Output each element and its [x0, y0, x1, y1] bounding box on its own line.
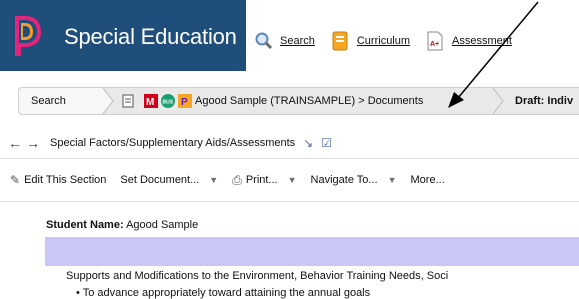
dropdown-caret-icon: ▼ [287, 175, 297, 185]
set-document-menu[interactable]: Set Document... ▼ [120, 174, 218, 186]
expand-arrow-icon[interactable]: ↘ [303, 136, 313, 150]
more-label: More... [410, 174, 445, 186]
svg-text:M: M [146, 97, 154, 108]
dropdown-caret-icon: ▼ [209, 175, 219, 185]
search-icon [255, 32, 272, 50]
curriculum-link-label: Curriculum [356, 35, 411, 47]
assessment-link-label: Assessment [452, 35, 512, 47]
navigate-label: Navigate To... [310, 174, 378, 186]
section-header-band [45, 237, 579, 266]
checklist-icon[interactable]: ☑ [321, 136, 332, 150]
edit-section-button[interactable]: ✎ Edit This Section [10, 173, 106, 187]
search-link[interactable]: Search [254, 31, 315, 51]
powerschool-logo-icon [15, 16, 41, 56]
section-nav: ← → Special Factors/Supplementary Aids/A… [0, 129, 579, 157]
forward-arrow-icon[interactable]: → [24, 135, 42, 151]
breadcrumb-draft-label: Draft: Indiv [515, 95, 574, 107]
student-name: Student Name: Agood Sample [46, 219, 198, 231]
app-title: Special Education [64, 24, 237, 49]
breadcrumb: Search M BUS P Agood Sample (TRAINSAMPLE… [18, 87, 579, 115]
breadcrumb-search[interactable]: Search [19, 88, 103, 114]
assessment-icon: A+ [427, 31, 443, 51]
print-label: Print... [245, 174, 278, 186]
svg-text:A+: A+ [430, 41, 439, 48]
document-toolbar: ✎ Edit This Section Set Document... ▼ ⎙ … [0, 168, 579, 192]
bus-icon: BUS [161, 94, 175, 108]
section-name: Special Factors/Supplementary Aids/Asses… [50, 137, 296, 149]
breadcrumb-draft[interactable]: Draft: Indiv [503, 88, 579, 114]
divider [0, 201, 579, 202]
curriculum-link[interactable]: Curriculum [331, 31, 410, 51]
edit-section-label: Edit This Section [24, 174, 107, 186]
breadcrumb-separator-icon [103, 88, 114, 114]
list-item: • To advance appropriately toward attain… [76, 287, 371, 299]
student-name-label: Student Name: [46, 219, 124, 231]
documents-icon [122, 94, 134, 108]
curriculum-icon [332, 31, 348, 51]
supports-heading: Supports and Modifications to the Enviro… [66, 270, 449, 282]
printer-icon: ⎙ [232, 172, 242, 187]
svg-text:BUS: BUS [163, 100, 174, 106]
breadcrumb-documents[interactable]: M BUS P Agood Sample (TRAINSAMPLE) > Doc… [115, 88, 493, 114]
set-document-label: Set Document... [120, 174, 200, 186]
medical-alert-icon: M [144, 94, 158, 108]
svg-text:P: P [181, 97, 188, 108]
breadcrumb-documents-label: Agood Sample (TRAINSAMPLE) > Documents [195, 95, 424, 107]
student-name-value: Agood Sample [123, 219, 199, 231]
plan-icon: P [178, 94, 192, 108]
print-menu[interactable]: ⎙ Print... ▼ [232, 173, 296, 188]
navigate-menu[interactable]: Navigate To... ▼ [311, 174, 397, 186]
search-link-label: Search [280, 35, 315, 47]
more-menu[interactable]: More... [411, 174, 445, 186]
app-header-banner: Special Education [0, 0, 246, 71]
dropdown-caret-icon: ▼ [387, 175, 397, 185]
top-links: Search Curriculum A+ Assessment [254, 30, 528, 52]
divider [0, 158, 579, 159]
pencil-icon: ✎ [10, 173, 21, 187]
breadcrumb-search-label: Search [31, 95, 66, 107]
assessment-link[interactable]: A+ Assessment [426, 31, 512, 51]
back-arrow-icon[interactable]: ← [6, 135, 24, 151]
